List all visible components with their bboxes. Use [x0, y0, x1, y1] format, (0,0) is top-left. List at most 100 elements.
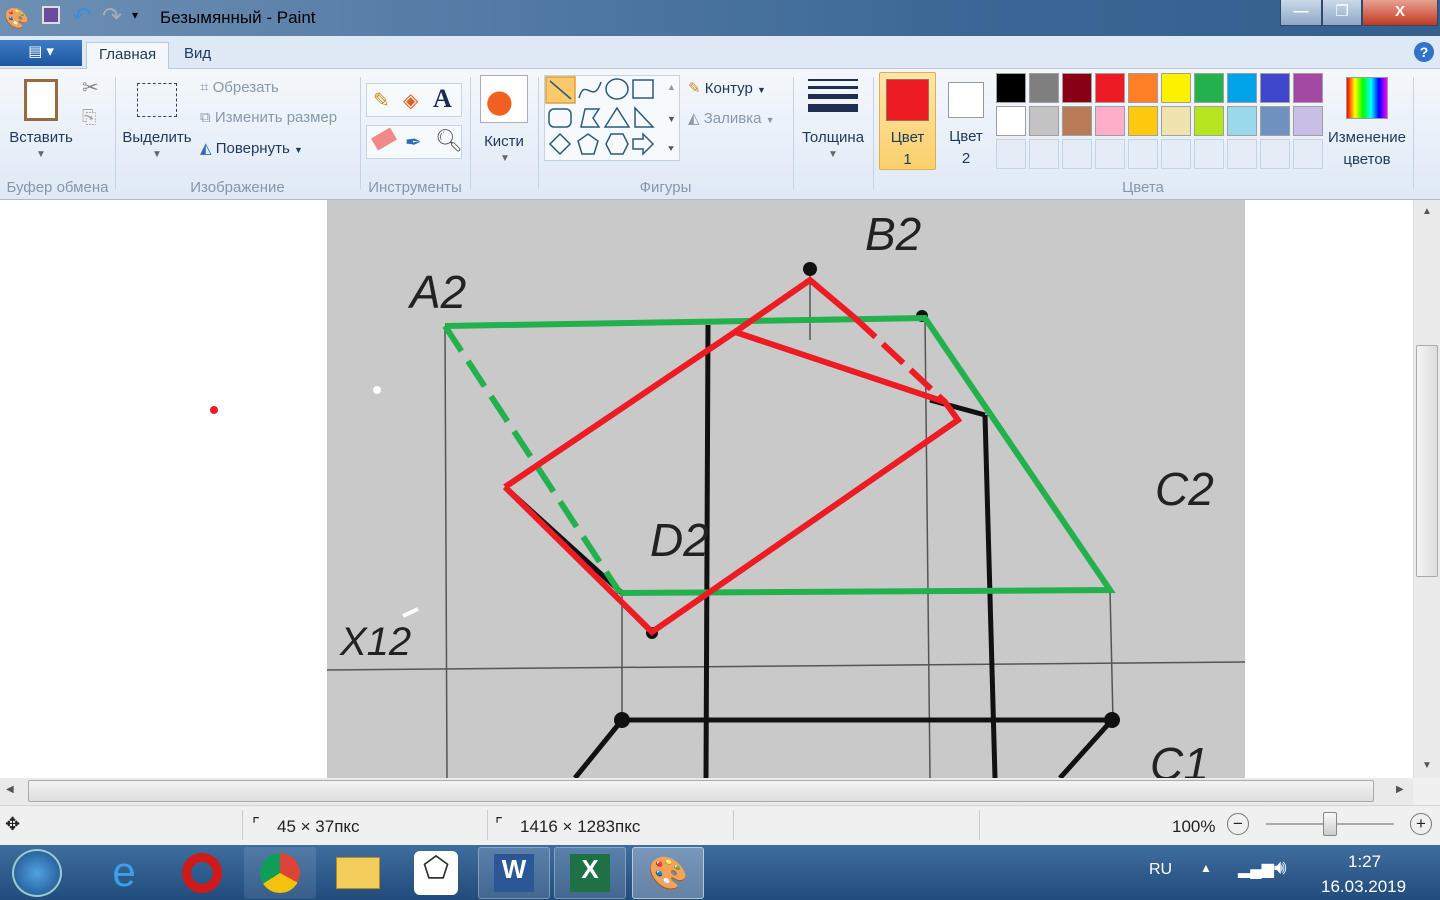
palette-color-swatch[interactable] — [1029, 106, 1059, 136]
scroll-right-icon[interactable]: ▶ — [1396, 784, 1404, 795]
palette-color-swatch[interactable] — [1260, 106, 1290, 136]
clock-time[interactable]: 1:27 — [1348, 852, 1381, 872]
canvas-area[interactable]: A2 B2 C2 D2 X12 C1 — [0, 200, 1413, 778]
quick-access-dropdown-icon[interactable]: ▾ — [132, 8, 138, 22]
network-icon[interactable]: ▂▄▆ — [1238, 859, 1274, 879]
shapes-gallery[interactable]: ▲ ▼ ⯆ — [544, 75, 680, 161]
palette-color-swatch[interactable] — [1029, 73, 1059, 103]
restore-button[interactable]: ❐ — [1322, 0, 1362, 26]
palette-empty-swatch[interactable] — [1194, 139, 1224, 169]
magnifier-icon[interactable]: 🔍︎ — [435, 128, 463, 154]
taskbar-explorer-icon[interactable] — [322, 847, 394, 899]
tab-home[interactable]: Главная — [86, 42, 170, 70]
palette-color-swatch[interactable] — [1194, 106, 1224, 136]
color1-button[interactable]: Цвет 1 — [879, 72, 936, 170]
pencil-icon[interactable]: ✎ — [373, 88, 390, 113]
palette-empty-swatch[interactable] — [996, 139, 1026, 169]
palette-color-swatch[interactable] — [1062, 106, 1092, 136]
palette-empty-swatch[interactable] — [1095, 139, 1125, 169]
save-icon[interactable] — [42, 6, 60, 24]
palette-color-swatch[interactable] — [1128, 106, 1158, 136]
fill-bucket-icon[interactable]: ◈ — [403, 88, 418, 113]
zoom-out-button[interactable]: − — [1227, 813, 1249, 835]
resize-button[interactable]: ⧉ Изменить размер — [200, 109, 337, 126]
redo-icon[interactable]: ↷ — [102, 2, 122, 31]
drawing-canvas[interactable]: A2 B2 C2 D2 X12 C1 — [0, 200, 1413, 778]
clipboard-group-label: Буфер обмена — [6, 179, 109, 196]
paste-button[interactable]: Вставить ▼ — [8, 73, 74, 163]
select-button[interactable]: Выделить ▼ — [120, 73, 194, 163]
tools-row-1: ✎ ◈ A — [366, 83, 462, 117]
palette-empty-swatch[interactable] — [1029, 139, 1059, 169]
clock-date[interactable]: 16.03.2019 — [1321, 877, 1406, 897]
palette-color-swatch[interactable] — [1227, 73, 1257, 103]
show-hidden-icons[interactable]: ▲ — [1200, 861, 1212, 875]
color-picker-icon[interactable]: ✒ — [405, 130, 422, 155]
polygon-icon — [580, 108, 601, 128]
scroll-up-icon[interactable]: ▲ — [667, 82, 676, 92]
language-indicator[interactable]: RU — [1149, 861, 1172, 879]
palette-empty-swatch[interactable] — [1062, 139, 1092, 169]
crop-button[interactable]: ⌗ Обрезать — [200, 79, 279, 96]
palette-color-swatch[interactable] — [1194, 73, 1224, 103]
horizontal-scroll-thumb[interactable] — [28, 780, 1374, 802]
size-button[interactable]: Толщина ▼ — [798, 73, 868, 165]
palette-empty-swatch[interactable] — [1260, 139, 1290, 169]
copy-icon[interactable]: ⎘ — [82, 107, 96, 128]
palette-color-swatch[interactable] — [1062, 73, 1092, 103]
fill-button[interactable]: ◭ Заливка ▼ — [688, 109, 775, 127]
palette-color-swatch[interactable] — [1260, 73, 1290, 103]
scroll-down-icon[interactable]: ▼ — [667, 114, 676, 124]
status-bar: ✥ ⌜ 45 × 37пкс ⌜ 1416 × 1283пкс 100% − + — [0, 805, 1440, 845]
zoom-slider-thumb[interactable] — [1323, 812, 1337, 836]
help-icon[interactable]: ? — [1414, 42, 1434, 62]
edit-colors-button[interactable]: Изменение цветов — [1326, 73, 1408, 173]
palette-empty-swatch[interactable] — [1293, 139, 1323, 169]
taskbar-paint-icon[interactable]: 🎨 — [632, 847, 704, 899]
brushes-button[interactable]: Кисти ▼ — [476, 73, 532, 165]
eraser-icon[interactable] — [370, 127, 398, 151]
palette-color-swatch[interactable] — [1095, 73, 1125, 103]
taskbar-ie-icon[interactable]: e — [88, 847, 160, 899]
outline-button[interactable]: ✎ Контур ▼ — [688, 79, 766, 97]
palette-empty-swatch[interactable] — [1161, 139, 1191, 169]
palette-color-swatch[interactable] — [1161, 73, 1191, 103]
palette-color-swatch[interactable] — [1095, 106, 1125, 136]
scroll-left-icon[interactable]: ◀ — [6, 784, 14, 795]
palette-color-swatch[interactable] — [1293, 73, 1323, 103]
paint-app-icon[interactable]: 🎨 — [4, 6, 29, 31]
palette-empty-swatch[interactable] — [1227, 139, 1257, 169]
palette-color-swatch[interactable] — [1293, 106, 1323, 136]
color2-button[interactable]: Цвет 2 — [940, 72, 992, 170]
file-menu-button[interactable]: ▤ ▾ — [0, 40, 82, 66]
palette-color-swatch[interactable] — [1128, 73, 1158, 103]
minimize-button[interactable]: — — [1280, 0, 1322, 26]
taskbar-word-icon[interactable]: W — [478, 847, 550, 899]
cut-icon[interactable]: ✂ — [82, 75, 99, 100]
volume-icon[interactable]: 🔊︎ — [1274, 857, 1287, 880]
vertical-scroll-thumb[interactable] — [1416, 345, 1438, 577]
undo-icon[interactable]: ↶ — [72, 2, 92, 31]
rotate-button[interactable]: ◭ Повернуть ▼ — [200, 139, 303, 157]
palette-color-swatch[interactable] — [1161, 106, 1191, 136]
close-button[interactable]: X — [1362, 0, 1438, 26]
expand-gallery-icon[interactable]: ⯆ — [667, 144, 675, 155]
horizontal-scrollbar[interactable]: ◀ ▶ — [0, 778, 1440, 805]
scroll-down-icon[interactable]: ▼ — [1422, 760, 1432, 771]
vertical-scrollbar[interactable]: ▲ ▼ — [1413, 200, 1440, 778]
palette-empty-swatch[interactable] — [1128, 139, 1158, 169]
start-button[interactable] — [12, 849, 62, 897]
zoom-level: 100% — [1172, 817, 1216, 836]
taskbar-geogebra-icon[interactable]: ⬠ — [400, 847, 472, 899]
zoom-in-button[interactable]: + — [1410, 813, 1432, 835]
palette-color-swatch[interactable] — [1227, 106, 1257, 136]
text-icon[interactable]: A — [433, 84, 452, 114]
palette-color-swatch[interactable] — [996, 106, 1026, 136]
rounded-rectangle-icon — [548, 108, 572, 128]
tab-view[interactable]: Вид — [172, 42, 223, 70]
scroll-up-icon[interactable]: ▲ — [1422, 206, 1432, 217]
palette-color-swatch[interactable] — [996, 73, 1026, 103]
taskbar-chrome-icon[interactable] — [244, 847, 316, 899]
taskbar-opera-icon[interactable] — [166, 847, 238, 899]
taskbar-excel-icon[interactable]: X — [554, 847, 626, 899]
